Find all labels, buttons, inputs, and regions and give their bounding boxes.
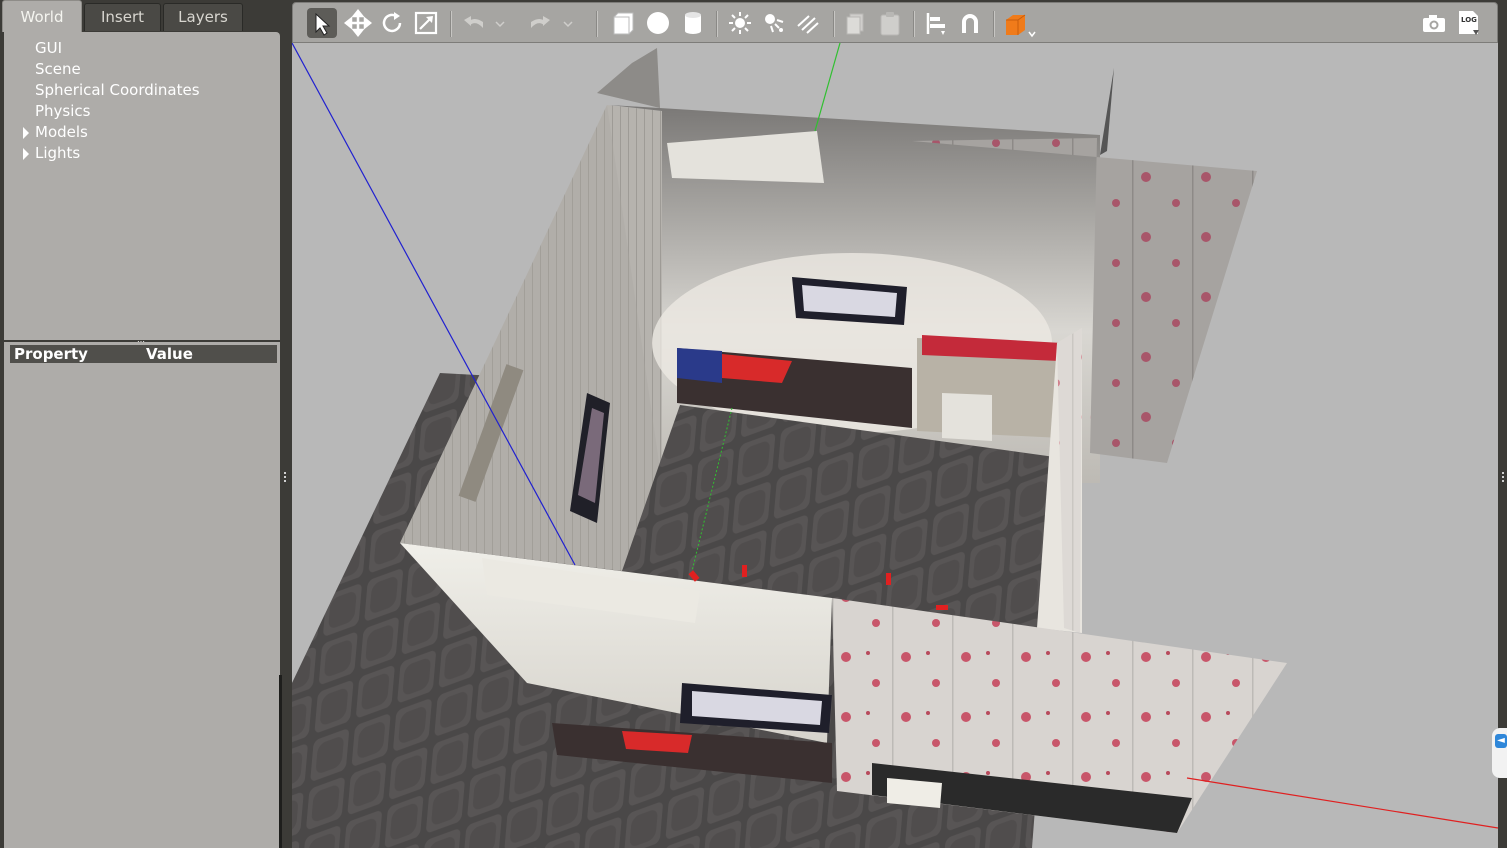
copy-icon: [846, 13, 864, 35]
spot-light-icon: [765, 14, 784, 33]
tab-bar: World Insert Layers: [0, 0, 284, 32]
align-button[interactable]: [921, 8, 951, 38]
tree-item-label: GUI: [35, 39, 63, 57]
spot-light-button[interactable]: [759, 8, 789, 38]
tab-layers[interactable]: Layers: [163, 3, 243, 31]
tree-item-label: Scene: [35, 60, 81, 78]
toolbar-separator: [913, 11, 915, 37]
chevron-down-icon: [563, 21, 573, 28]
align-icon: [926, 13, 945, 35]
select-mode-button[interactable]: [307, 8, 337, 38]
dock-app-icon[interactable]: ◄: [1495, 734, 1507, 748]
directional-light-icon: [797, 15, 819, 34]
camera-icon: [1423, 15, 1445, 32]
arrow-cursor-icon: [315, 12, 331, 36]
chevron-down-icon: [495, 21, 505, 28]
expand-arrow-icon[interactable]: [23, 127, 29, 139]
scale-mode-button[interactable]: [411, 8, 441, 38]
toolbar-separator: [716, 11, 718, 37]
view-cube-icon: [1006, 14, 1036, 38]
tree-item-label: Lights: [35, 144, 81, 162]
left-panel: World Insert Layers GUI Scene Spherical …: [0, 0, 284, 848]
property-pane: Property Value: [4, 342, 280, 848]
toolbar-separator: [450, 11, 452, 37]
redo-button[interactable]: [525, 8, 555, 38]
x-axis-line: [1186, 777, 1498, 829]
log-label: LOG: [1461, 16, 1477, 24]
undo-button[interactable]: [459, 8, 489, 38]
box-shape-button[interactable]: [608, 8, 638, 38]
side-dock-widget[interactable]: ◄: [1492, 728, 1507, 778]
toolbar-separator: [993, 11, 995, 37]
scene-render[interactable]: [292, 43, 1498, 848]
3d-viewport[interactable]: [292, 43, 1498, 848]
left-panel-resize-handle[interactable]: [282, 470, 288, 484]
property-header: Property Value: [10, 345, 277, 363]
directional-light-button[interactable]: [793, 8, 823, 38]
undo-icon: [464, 16, 483, 28]
snap-button[interactable]: [955, 8, 985, 38]
scale-icon: [414, 11, 438, 35]
rotate-mode-button[interactable]: [377, 8, 407, 38]
sphere-shape-button[interactable]: [643, 8, 673, 38]
value-column-header[interactable]: Value: [146, 345, 193, 363]
move-arrows-icon: [343, 8, 373, 38]
right-panel-resize-handle[interactable]: [1500, 470, 1506, 484]
sun-icon: [729, 12, 751, 34]
tree-item-gui[interactable]: GUI: [35, 38, 62, 59]
world-tree: GUI Scene Spherical Coordinates Physics …: [4, 32, 280, 340]
cylinder-shape-button[interactable]: [678, 8, 708, 38]
panel-border: [279, 675, 282, 848]
log-button[interactable]: LOG: [1453, 8, 1483, 38]
copy-button[interactable]: [841, 8, 871, 38]
tab-world[interactable]: World: [2, 0, 82, 32]
toolbar-separator: [833, 11, 835, 37]
left-wall: [400, 48, 662, 571]
redo-history-dropdown[interactable]: [561, 8, 575, 38]
undo-history-dropdown[interactable]: [493, 8, 507, 38]
y-axis-line: [814, 43, 841, 132]
point-light-button[interactable]: [725, 8, 755, 38]
tree-item-lights[interactable]: Lights: [23, 143, 81, 164]
property-column-header[interactable]: Property: [14, 345, 88, 363]
tree-item-label: Physics: [35, 102, 91, 120]
tree-item-spherical-coordinates[interactable]: Spherical Coordinates: [35, 80, 200, 101]
tree-item-models[interactable]: Models: [23, 122, 88, 143]
sphere-icon: [647, 12, 669, 34]
cylinder-icon: [685, 12, 701, 34]
rotate-icon: [382, 12, 402, 33]
expand-arrow-icon[interactable]: [23, 148, 29, 160]
box-icon: [613, 12, 634, 35]
magnet-icon: [962, 14, 978, 33]
paste-icon: [880, 12, 900, 36]
right-panel-gutter: [1498, 0, 1507, 848]
tab-insert[interactable]: Insert: [84, 3, 161, 31]
translate-mode-button[interactable]: [343, 8, 373, 38]
tree-item-physics[interactable]: Physics: [35, 101, 90, 122]
tree-item-label: Spherical Coordinates: [35, 81, 200, 99]
toolbar-separator: [596, 11, 598, 37]
screenshot-button[interactable]: [1419, 8, 1449, 38]
tree-item-label: Models: [35, 123, 88, 141]
tree-item-scene[interactable]: Scene: [35, 59, 81, 80]
redo-icon: [531, 16, 550, 28]
paste-button[interactable]: [875, 8, 905, 38]
view-angle-button[interactable]: [1001, 8, 1041, 38]
toolbar: LOG: [292, 2, 1498, 43]
